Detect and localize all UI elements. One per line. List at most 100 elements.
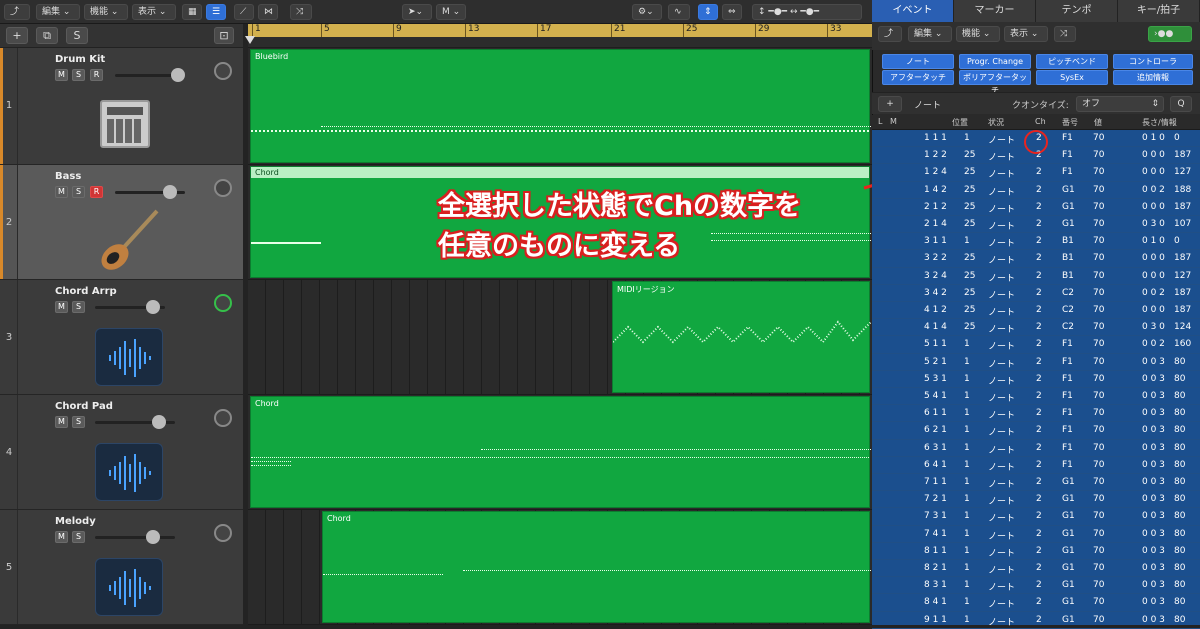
mute-button[interactable]: M [55, 301, 68, 313]
waveform-zoom-icon[interactable]: ∿ [668, 4, 690, 20]
event-row[interactable]: 7 4 1 1 ノート 2 G1 70 0 0 3 80 [872, 526, 1200, 543]
event-row[interactable]: 6 1 1 1 ノート 2 F1 70 0 0 3 80 [872, 405, 1200, 423]
event-row[interactable]: 5 3 1 1 ノート 2 F1 70 0 0 3 80 [872, 371, 1200, 388]
quantize-select[interactable]: オフ ⇕ [1076, 96, 1164, 112]
event-channel[interactable]: 2 [1036, 408, 1042, 418]
event-channel[interactable]: 2 [1036, 443, 1042, 453]
event-row[interactable]: 5 1 1 1 ノート 2 F1 70 0 0 2 160 [872, 336, 1200, 354]
event-row[interactable]: 7 1 1 1 ノート 2 G1 70 0 0 3 80 [872, 474, 1200, 492]
midi-region[interactable]: Chord [322, 511, 871, 623]
volume-knob[interactable] [163, 185, 177, 199]
midi-region[interactable]: MIDIリージョン [612, 281, 871, 393]
vertical-fit-icon[interactable]: ⇕ [698, 4, 718, 20]
tab-key-signature[interactable]: キー/拍子 [1118, 0, 1200, 22]
record-button[interactable]: R [90, 186, 103, 198]
tab-tempo[interactable]: テンポ [1036, 0, 1118, 22]
event-row[interactable]: 6 3 1 1 ノート 2 F1 70 0 0 3 80 [872, 440, 1200, 457]
view-menu[interactable]: 表示 ⌄ [132, 4, 176, 20]
filter-controller-button[interactable]: コントローラ [1113, 54, 1193, 69]
edit-menu[interactable]: 編集 ⌄ [36, 4, 80, 20]
marker-lane[interactable] [248, 37, 872, 48]
event-channel[interactable]: 2 [1036, 597, 1042, 607]
duplicate-track-icon[interactable]: ⧉ [36, 27, 58, 44]
event-row[interactable]: 8 2 1 1 ノート 2 G1 70 0 0 3 80 [872, 560, 1200, 578]
mute-button[interactable]: M [55, 531, 68, 543]
add-track-button[interactable]: + [6, 27, 28, 44]
filter-note-button[interactable]: ノート [882, 54, 954, 69]
add-event-button[interactable]: + [878, 96, 902, 112]
event-channel[interactable]: 2 [1036, 529, 1042, 539]
event-row[interactable]: 3 4 2 25 ノート 2 C2 70 0 0 2 187 [872, 285, 1200, 302]
solo-button[interactable]: S [72, 416, 85, 428]
solo-button[interactable]: S [72, 69, 85, 81]
event-channel[interactable]: 2 [1036, 167, 1042, 177]
event-row[interactable]: 9 1 1 1 ノート 2 G1 70 0 0 3 80 [872, 612, 1200, 629]
bar-ruler[interactable]: 1 5 9 13 17 21 25 29 33 [248, 24, 872, 37]
panel-edit-menu[interactable]: 編集 ⌄ [908, 26, 952, 42]
pointer-tool-icon[interactable]: ➤⌄ [402, 4, 432, 20]
volume-knob[interactable] [146, 530, 160, 544]
mute-button[interactable]: M [55, 186, 68, 198]
midi-region[interactable]: Chord [250, 396, 871, 508]
marquee-tool[interactable]: M ⌄ [436, 4, 466, 20]
panel-function-menu[interactable]: 機能 ⌄ [956, 26, 1000, 42]
zoom-sliders[interactable]: ↕ ━●━ ↔ ━●━ [752, 4, 862, 20]
event-row[interactable]: 8 3 1 1 ノート 2 G1 70 0 0 3 80 [872, 577, 1200, 595]
filter-pitchbend-button[interactable]: ピッチベンド [1036, 54, 1108, 69]
event-row[interactable]: 3 2 2 25 ノート 2 B1 70 0 0 0 187 [872, 250, 1200, 268]
record-button[interactable]: R [90, 69, 103, 81]
volume-knob[interactable] [146, 300, 160, 314]
event-row[interactable]: 3 2 4 25 ノート 2 B1 70 0 0 0 127 [872, 268, 1200, 285]
grid-view-icon[interactable]: ▦ [182, 4, 202, 20]
event-row[interactable]: 2 1 4 25 ノート 2 G1 70 0 3 0 107 [872, 216, 1200, 234]
track-row[interactable]: 3 Chord Arrp M S [0, 280, 243, 395]
event-row[interactable]: 6 4 1 1 ノート 2 F1 70 0 0 3 80 [872, 457, 1200, 474]
event-row[interactable]: 7 2 1 1 ノート 2 G1 70 0 0 3 80 [872, 491, 1200, 509]
volume-knob[interactable] [171, 68, 185, 82]
global-solo-button[interactable]: S [66, 27, 88, 44]
list-view-icon[interactable]: ☰ [206, 4, 226, 20]
pan-knob[interactable] [214, 524, 232, 542]
event-channel[interactable]: 2 [1036, 511, 1042, 521]
catch-icon[interactable]: ⤨ [290, 4, 312, 20]
event-channel[interactable]: 2 [1036, 357, 1042, 367]
event-channel[interactable]: 2 [1036, 494, 1042, 504]
event-channel[interactable]: 2 [1036, 339, 1042, 349]
gear-icon[interactable]: ⚙⌄ [632, 4, 662, 20]
event-row[interactable]: 4 1 2 25 ノート 2 C2 70 0 0 0 187 [872, 302, 1200, 320]
event-row[interactable]: 8 4 1 1 ノート 2 G1 70 0 0 3 80 [872, 594, 1200, 612]
midi-region[interactable]: Bluebird [250, 49, 871, 163]
event-row[interactable]: 5 2 1 1 ノート 2 F1 70 0 0 3 80 [872, 354, 1200, 371]
playhead-icon[interactable] [245, 36, 255, 44]
event-row[interactable]: 7 3 1 1 ノート 2 G1 70 0 0 3 80 [872, 508, 1200, 526]
panel-view-menu[interactable]: 表示 ⌄ [1004, 26, 1048, 42]
event-channel[interactable]: 2 [1036, 185, 1042, 195]
collapse-icon[interactable]: ⊡ [214, 27, 234, 44]
pan-knob[interactable] [214, 294, 232, 312]
track-row[interactable]: 5 Melody M S [0, 510, 243, 625]
filter-poly-aftertouch-button[interactable]: ポリアフタータッチ [959, 70, 1031, 95]
track-row[interactable]: 1 Drum Kit M S R [0, 48, 243, 165]
event-row[interactable]: 2 1 2 25 ノート 2 G1 70 0 0 0 187 [872, 199, 1200, 216]
pan-knob[interactable] [214, 179, 232, 197]
event-channel[interactable]: 2 [1036, 460, 1042, 470]
horizontal-fit-icon[interactable]: ⇔ [722, 4, 742, 20]
filter-aftertouch-button[interactable]: アフタータッチ [882, 70, 954, 85]
event-channel[interactable]: 2 [1036, 322, 1042, 332]
event-channel[interactable]: 2 [1036, 391, 1042, 401]
event-channel[interactable]: 2 [1036, 305, 1042, 315]
solo-button[interactable]: S [72, 301, 85, 313]
solo-button[interactable]: S [72, 186, 85, 198]
volume-slider[interactable] [95, 536, 175, 539]
event-channel[interactable]: 2 [1036, 374, 1042, 384]
event-row[interactable]: 1 2 4 25 ノート 2 F1 70 0 0 0 127 [872, 164, 1200, 182]
tab-marker[interactable]: マーカー [954, 0, 1036, 22]
function-menu[interactable]: 機能 ⌄ [84, 4, 128, 20]
event-channel[interactable]: 2 [1036, 477, 1042, 487]
event-channel[interactable]: 2 [1036, 288, 1042, 298]
volume-knob[interactable] [152, 415, 166, 429]
quantize-button[interactable]: Q [1170, 96, 1192, 112]
event-channel[interactable]: 2 [1036, 202, 1042, 212]
event-row[interactable]: 6 2 1 1 ノート 2 F1 70 0 0 3 80 [872, 422, 1200, 440]
event-row[interactable]: 1 4 2 25 ノート 2 G1 70 0 0 2 188 [872, 182, 1200, 199]
